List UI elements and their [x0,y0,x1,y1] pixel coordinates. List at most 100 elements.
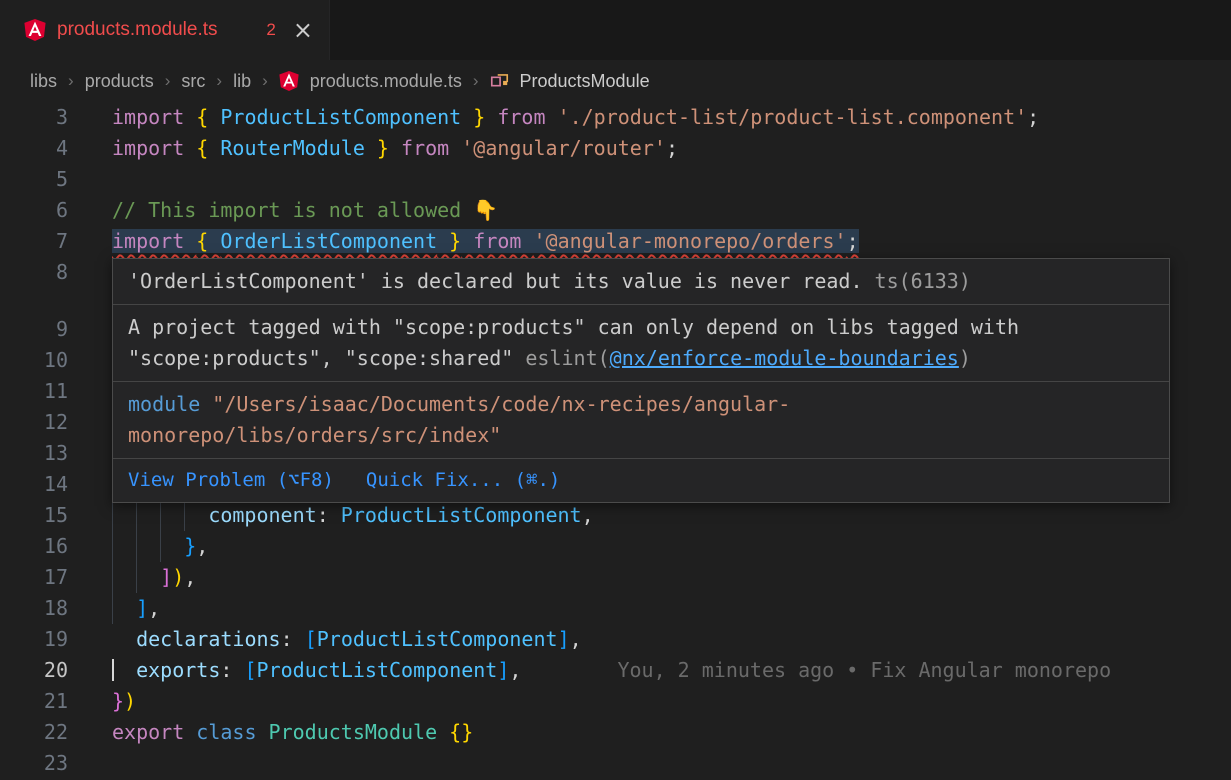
code-content[interactable]: }, [68,531,1231,562]
line-number[interactable]: 12 [0,407,68,438]
line-number[interactable]: 8 [0,257,68,314]
line-number[interactable]: 22 [0,717,68,748]
eslint-error-message: A project tagged with "scope:products" c… [113,305,1169,382]
code-token: ProductListComponent [220,105,461,129]
code-token: [ [244,658,256,682]
code-line-16[interactable]: 16}, [0,531,1231,562]
line-number[interactable]: 15 [0,500,68,531]
code-token: [ [305,627,317,651]
code-line-18[interactable]: 18], [0,593,1231,624]
class-symbol-icon [490,72,509,91]
code-token: ] [136,596,148,620]
code-content[interactable]: declarations: [ProductListComponent], [68,624,1231,655]
breadcrumb-separator: › [68,71,74,91]
code-token: } [365,136,389,160]
code-line-15[interactable]: 15component: ProductListComponent, [0,500,1231,531]
code-token: RouterModule [220,136,365,160]
line-number[interactable]: 9 [0,314,68,345]
code-line-22[interactable]: 22export class ProductsModule {} [0,717,1231,748]
code-line-21[interactable]: 21}) [0,686,1231,717]
indent-guide [160,531,184,562]
line-number[interactable]: 23 [0,748,68,779]
code-line-19[interactable]: 19 declarations: [ProductListComponent], [0,624,1231,655]
line-number[interactable]: 3 [0,102,68,133]
line-number[interactable]: 7 [0,226,68,257]
code-token [112,627,136,651]
code-line-7[interactable]: 7import { OrderListComponent } from '@an… [0,226,1231,257]
line-number[interactable]: 19 [0,624,68,655]
code-line-20[interactable]: 20 exports: [ProductListComponent],You, … [0,655,1231,686]
code-content[interactable]: }) [68,686,1231,717]
code-token: exports [136,658,220,682]
line-number[interactable]: 14 [0,469,68,500]
code-token: { [196,136,220,160]
code-content[interactable] [68,164,1231,195]
line-number[interactable]: 5 [0,164,68,195]
popup-text: ) [959,346,971,370]
code-line-5[interactable]: 5 [0,164,1231,195]
tab-close-icon[interactable]: × [293,18,313,42]
code-token: ] [497,658,509,682]
line-number[interactable]: 11 [0,376,68,407]
line-number[interactable]: 6 [0,195,68,226]
code-content[interactable]: ], [68,593,1231,624]
line-number[interactable]: 20 [0,655,68,686]
code-line-4[interactable]: 4import { RouterModule } from '@angular/… [0,133,1231,164]
line-number[interactable]: 4 [0,133,68,164]
code-line-6[interactable]: 6// This import is not allowed 👇 [0,195,1231,226]
popup-text: module [128,392,200,416]
editor-tab-products-module[interactable]: products.module.ts 2 × [0,0,330,60]
code-content[interactable]: exports: [ProductListComponent],You, 2 m… [68,655,1231,686]
breadcrumb-item-symbol[interactable]: ProductsModule [520,71,650,92]
line-number[interactable]: 17 [0,562,68,593]
breadcrumb-item-libs[interactable]: libs [30,71,57,92]
code-content[interactable]: // This import is not allowed 👇 [68,195,1231,226]
breadcrumb-item-lib[interactable]: lib [233,71,251,92]
code-token: from [485,105,557,129]
hover-popup-sections: 'OrderListComponent' is declared but its… [113,259,1169,459]
code-token: {} [449,720,473,744]
code-token: , [509,658,521,682]
code-token: } [461,105,485,129]
indent-guide [160,500,184,531]
code-line-17[interactable]: 17]), [0,562,1231,593]
code-token: from [389,136,461,160]
breadcrumb-separator: › [216,71,222,91]
code-content[interactable]: import { RouterModule } from '@angular/r… [68,133,1231,164]
code-content[interactable]: import { ProductListComponent } from './… [68,102,1231,133]
code-token: ProductListComponent [341,503,582,527]
code-token: , [148,596,160,620]
code-content[interactable] [68,748,1231,779]
ts-error-message: 'OrderListComponent' is declared but its… [113,259,1169,305]
hover-popup-actions: View Problem (⌥F8) Quick Fix... (⌘.) [113,459,1169,502]
line-number[interactable]: 18 [0,593,68,624]
code-token: ] [558,627,570,651]
code-token: ProductListComponent [317,627,558,651]
code-content[interactable]: component: ProductListComponent, [68,500,1231,531]
module-path-info: module "/Users/isaac/Documents/code/nx-r… [113,382,1169,459]
tab-bar: products.module.ts 2 × [0,0,1231,60]
code-token: import [112,136,196,160]
code-token [112,658,136,682]
line-number[interactable]: 21 [0,686,68,717]
code-token: , [184,565,196,589]
view-problem-link[interactable]: View Problem (⌥F8) [128,468,334,493]
code-content[interactable]: import { OrderListComponent } from '@ang… [68,226,1231,257]
code-line-3[interactable]: 3import { ProductListComponent } from '.… [0,102,1231,133]
code-token: : [220,658,244,682]
code-token: ProductListComponent [257,658,498,682]
code-content[interactable]: export class ProductsModule {} [68,717,1231,748]
code-line-23[interactable]: 23 [0,748,1231,779]
code-content[interactable]: ]), [68,562,1231,593]
breadcrumb-item-src[interactable]: src [181,71,205,92]
line-number[interactable]: 16 [0,531,68,562]
eslint-rule-link[interactable]: @nx/enforce-module-boundaries [610,346,959,370]
indent-guide [112,562,136,593]
line-number[interactable]: 10 [0,345,68,376]
quick-fix-link[interactable]: Quick Fix... (⌘.) [366,468,560,493]
line-number[interactable]: 13 [0,438,68,469]
breadcrumb-separator: › [473,71,479,91]
code-token: '@angular-monorepo/orders' [533,229,846,253]
breadcrumb-item-products[interactable]: products [85,71,154,92]
breadcrumb-item-file[interactable]: products.module.ts [310,71,462,92]
